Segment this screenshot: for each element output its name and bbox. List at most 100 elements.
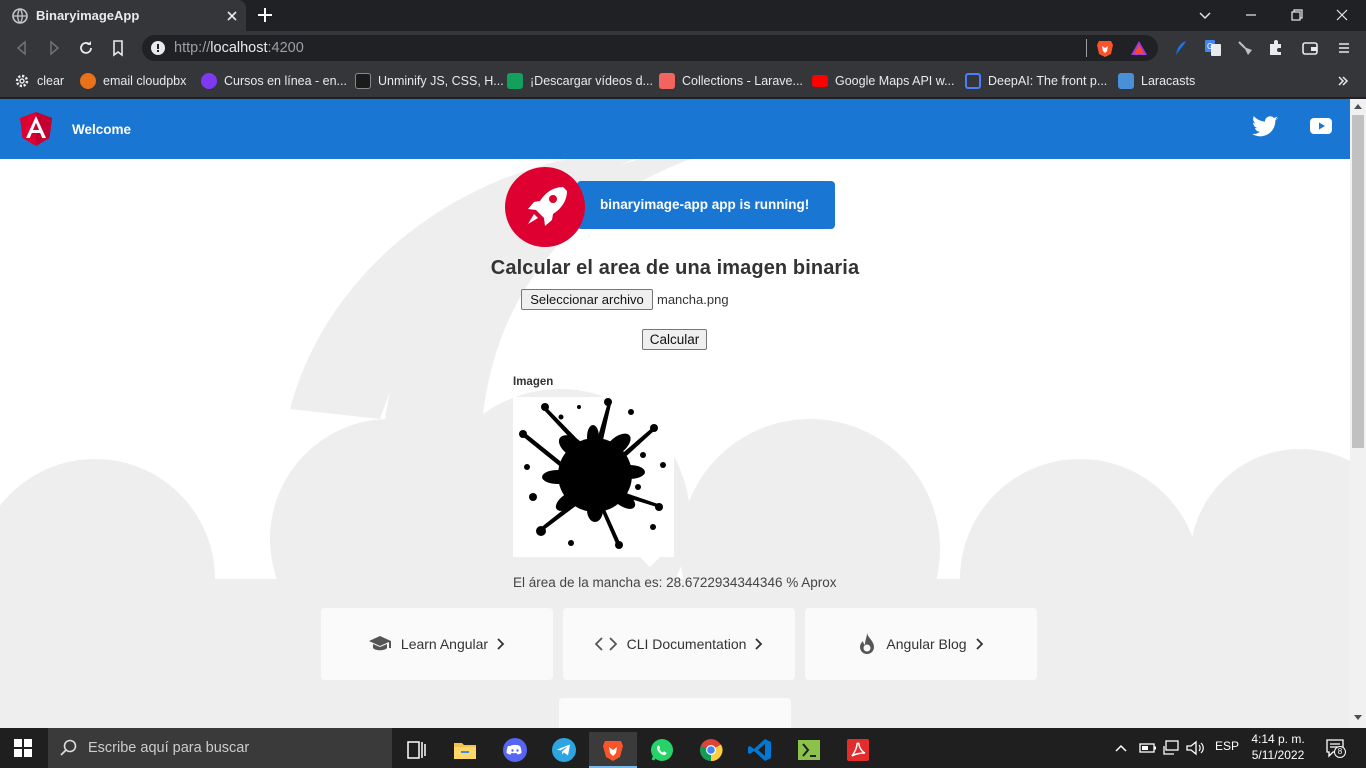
show-hidden-icons[interactable] — [1114, 741, 1128, 755]
card-label: Angular Blog — [886, 636, 967, 652]
bookmark-item[interactable]: email cloudpbx — [80, 72, 186, 90]
pdf-reader-button[interactable] — [834, 732, 882, 768]
discord-button[interactable] — [491, 732, 539, 768]
chevron-right-icon — [497, 638, 505, 650]
forward-icon[interactable] — [44, 38, 64, 58]
youtube-icon[interactable] — [1310, 117, 1332, 135]
bookmark-item[interactable]: clear — [14, 72, 64, 90]
flame-icon — [860, 633, 875, 654]
new-tab-icon[interactable] — [255, 5, 275, 25]
more-bookmarks-icon[interactable] — [1336, 74, 1350, 88]
running-text: binaryimage-app app is running! — [600, 197, 810, 212]
clock-time: 4:14 p. m. — [1251, 732, 1305, 746]
discord-icon — [503, 738, 527, 762]
binary-image — [513, 397, 674, 557]
address-bar[interactable]: http://localhost:4200 — [142, 35, 1158, 61]
svg-text:G: G — [1207, 42, 1213, 51]
restore-icon[interactable] — [1287, 6, 1307, 24]
twitter-icon[interactable] — [1252, 116, 1278, 138]
extension-broom-icon[interactable] — [1235, 38, 1255, 58]
menu-icon[interactable] — [1334, 38, 1354, 58]
top-toolbar: Welcome — [0, 99, 1350, 159]
notification-count: 8 — [1334, 746, 1346, 758]
file-select-button[interactable]: Seleccionar archivo — [521, 289, 653, 310]
brave-browser-button[interactable] — [589, 732, 637, 768]
info-icon[interactable] — [150, 40, 166, 56]
scroll-down-icon[interactable] — [1354, 715, 1362, 721]
battery-icon[interactable] — [1139, 741, 1157, 755]
browser-tab[interactable]: BinaryimageApp — [0, 0, 246, 31]
reload-icon[interactable] — [76, 38, 96, 58]
file-explorer-button[interactable] — [441, 732, 489, 768]
taskbar-search[interactable]: Escribe aquí para buscar — [48, 728, 392, 768]
gear-icon — [15, 74, 29, 88]
minimize-icon[interactable] — [1241, 6, 1261, 24]
bookmark-item[interactable]: DeepAI: The front p... — [965, 72, 1107, 90]
telegram-button[interactable] — [540, 732, 588, 768]
volume-icon[interactable] — [1186, 740, 1204, 756]
extension-feather-icon[interactable] — [1171, 38, 1191, 58]
cpanel-icon — [80, 73, 96, 89]
card-angular-blog[interactable]: Angular Blog — [805, 608, 1037, 680]
browser-toolbar: http://localhost:4200 G — [0, 31, 1366, 64]
bookmark-item[interactable]: Google Maps API w... — [812, 72, 955, 90]
page-scrollbar[interactable] — [1350, 99, 1366, 728]
chevron-right-icon — [975, 638, 983, 650]
unminify-icon — [355, 73, 371, 89]
page-title: Calcular el area de una imagen binaria — [490, 257, 860, 279]
brave-shields-icon[interactable] — [1096, 39, 1114, 58]
card-cli-documentation[interactable]: CLI Documentation — [563, 608, 795, 680]
task-view-button[interactable] — [392, 732, 440, 768]
area-result: El área de la mancha es: 28.672293434434… — [513, 575, 837, 590]
task-view-icon — [407, 741, 426, 759]
wallet-icon[interactable] — [1300, 38, 1320, 58]
card-label: CLI Documentation — [626, 636, 747, 652]
download-icon — [507, 73, 523, 89]
vscode-button[interactable] — [736, 732, 784, 768]
ink-splatter-image — [519, 398, 666, 549]
calculate-button[interactable]: Calcular — [642, 329, 707, 350]
clock-date: 5/11/2022 — [1251, 748, 1305, 762]
bookmark-item[interactable]: Unminify JS, CSS, H... — [355, 72, 504, 90]
running-card: binaryimage-app app is running! — [577, 181, 835, 229]
bookmark-item[interactable]: Collections - Larave... — [659, 72, 803, 90]
notifications-button[interactable]: 8 — [1325, 738, 1346, 758]
card-partial[interactable] — [559, 698, 791, 728]
close-tab-icon[interactable] — [222, 6, 242, 26]
google-translate-icon[interactable]: G — [1203, 38, 1223, 58]
card-learn-angular[interactable]: Learn Angular — [321, 608, 553, 680]
terminal-app-button[interactable] — [785, 732, 833, 768]
scroll-up-icon[interactable] — [1354, 103, 1362, 109]
udemy-icon — [201, 73, 217, 89]
terminal-icon — [798, 740, 820, 760]
globe-icon — [12, 8, 28, 24]
tab-strip: BinaryimageApp — [0, 0, 1366, 31]
brave-rewards-icon[interactable] — [1130, 40, 1148, 56]
close-window-icon[interactable] — [1332, 6, 1352, 24]
network-icon[interactable] — [1162, 740, 1180, 756]
system-clock[interactable]: 4:14 p. m. 5/11/2022 — [1249, 731, 1307, 763]
chrome-icon — [700, 739, 723, 762]
back-icon[interactable] — [12, 38, 32, 58]
search-placeholder: Escribe aquí para buscar — [88, 740, 250, 756]
selected-file-name: mancha.png — [657, 292, 729, 307]
language-indicator[interactable]: ESP — [1215, 739, 1239, 753]
extensions-puzzle-icon[interactable] — [1266, 38, 1286, 58]
bookmark-item[interactable]: Cursos en línea - en... — [201, 72, 347, 90]
whatsapp-icon — [651, 739, 673, 761]
omnibox-divider — [1086, 39, 1087, 57]
whatsapp-button[interactable] — [638, 732, 686, 768]
image-label: Imagen — [513, 376, 554, 388]
welcome-text: Welcome — [72, 122, 132, 137]
vscode-icon — [748, 739, 771, 761]
bookmark-icon[interactable] — [108, 38, 128, 58]
laracasts-icon — [1118, 73, 1134, 89]
tab-search-icon[interactable] — [1195, 6, 1215, 24]
scrollbar-thumb[interactable] — [1352, 115, 1364, 448]
chrome-button[interactable] — [687, 732, 735, 768]
search-icon — [60, 739, 77, 756]
bookmark-item[interactable]: ¡Descargar vídeos d... — [507, 72, 653, 90]
windows-start-icon[interactable] — [14, 739, 32, 757]
rocket-icon — [528, 187, 567, 226]
bookmark-item[interactable]: Laracasts — [1118, 72, 1195, 90]
